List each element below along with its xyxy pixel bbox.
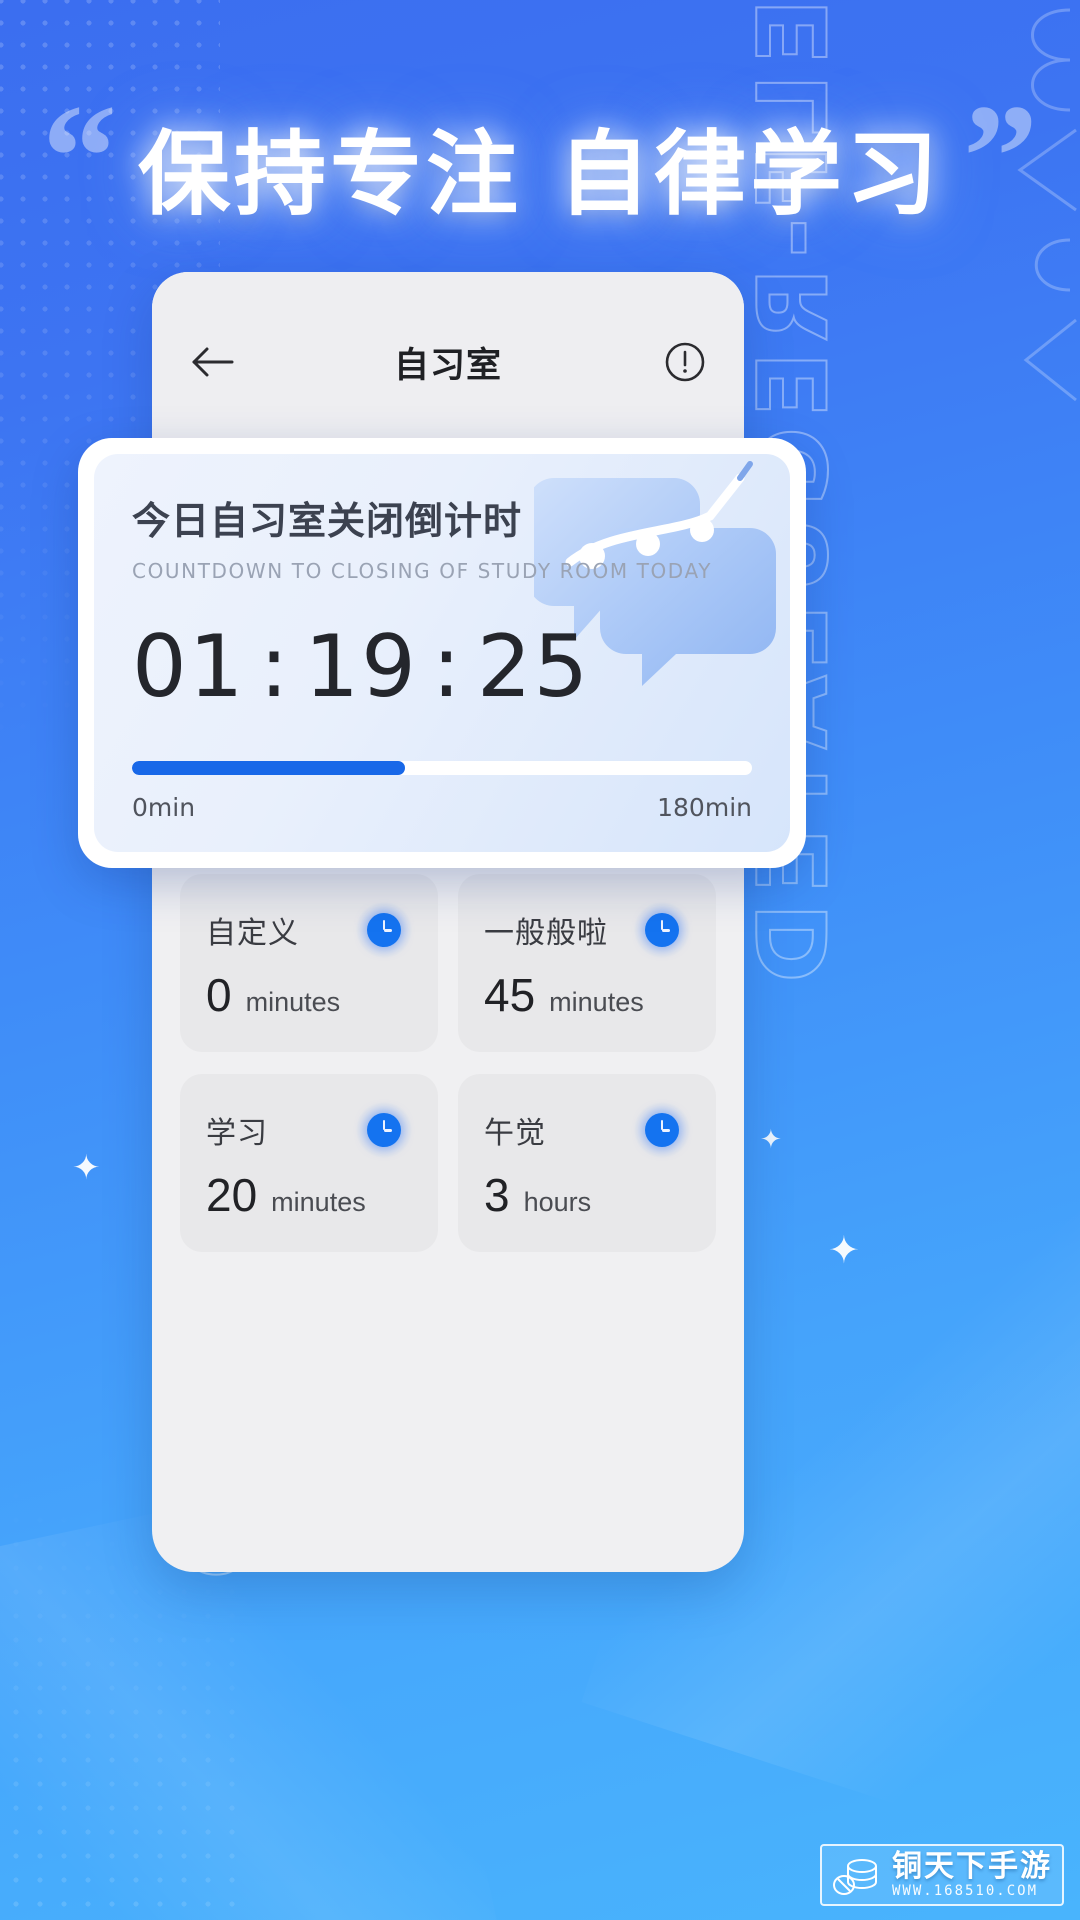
preset-unit: minutes [549,987,644,1017]
preset-name: 一般般啦 [484,917,608,950]
preset-name: 学习 [206,1117,268,1150]
sparkle-icon-3: ✦ [828,1228,860,1272]
progress-bar-track [132,761,752,775]
site-watermark: 铜天下手游 WWW.168510.COM [820,1844,1064,1906]
preset-unit: minutes [245,987,341,1017]
preset-card[interactable]: 午觉 3 hours [458,1074,716,1252]
countdown-title: 今日自习室关闭倒计时 [132,501,523,543]
countdown-hours: 01 [132,617,246,717]
preset-card-header: 自定义 [206,902,412,958]
preset-value: 0 [206,969,232,1021]
clock-icon [634,902,690,958]
app-header: 自习室 [152,272,744,452]
preset-card[interactable]: 一般般啦 45 minutes [458,874,716,1052]
sparkle-icon-1: ✦ [72,1148,101,1188]
countdown-separator-2: : [431,617,463,717]
page-title: 自习室 [393,345,502,385]
clock-icon [356,902,412,958]
watermark-name: 铜天下手游 [892,1850,1052,1883]
sparkle-icon-2: ✦ [760,1125,782,1155]
headline-block: “ ” 保持专注 自律学习 [0,74,1080,233]
preset-unit: minutes [271,1187,366,1217]
preset-card[interactable]: 学习 20 minutes [180,1074,438,1252]
info-button[interactable] [660,337,710,387]
preset-name: 午觉 [484,1117,546,1150]
preset-value: 20 [206,1169,258,1221]
coins-icon [833,1859,877,1895]
watermark-texts: 铜天下手游 WWW.168510.COM [892,1850,1052,1899]
promo-screenshot-stage: “ ” 保持专注 自律学习 STAY FOCUSED SELF-REGULATE… [0,0,1080,1920]
countdown-separator-1: : [259,617,291,717]
countdown-card-body: 今日自习室关闭倒计时 COUNTDOWN TO CLOSING OF STUDY… [94,454,790,852]
preset-card-header: 学习 [206,1102,412,1158]
decorative-lineart-icon [1017,8,1077,402]
preset-unit: hours [523,1187,592,1217]
preset-card-header: 午觉 [484,1102,690,1158]
back-arrow-icon [192,347,234,377]
watermark-url: WWW.168510.COM [892,1883,1039,1899]
clock-icon [634,1102,690,1158]
countdown-subtitle: COUNTDOWN TO CLOSING OF STUDY ROOM TODAY [132,559,713,583]
preset-card-value-row: 20 minutes [206,1168,412,1222]
preset-card-value-row: 3 hours [484,1168,690,1222]
countdown-card: 今日自习室关闭倒计时 COUNTDOWN TO CLOSING OF STUDY… [78,438,806,868]
preset-value: 3 [484,1169,510,1221]
preset-card-value-row: 45 minutes [484,968,690,1022]
countdown-minutes: 19 [304,617,418,717]
countdown-timer: 01:19:25 [132,617,752,717]
quote-close-mark: ” [963,74,1038,240]
quote-open-mark: “ [42,74,117,240]
clock-icon [356,1102,412,1158]
headline-text: 保持专注 自律学习 [137,121,943,228]
preset-value: 45 [484,969,536,1021]
progress-max-label: 180min [657,793,752,822]
info-circle-icon [665,342,705,382]
progress-bar-fill [132,761,405,775]
progress-scale-labels: 0min 180min [132,793,752,822]
back-button[interactable] [186,336,238,388]
countdown-seconds: 25 [476,617,591,717]
progress-min-label: 0min [132,793,196,822]
preset-card-value-row: 0 minutes [206,968,412,1022]
preset-card-header: 一般般啦 [484,902,690,958]
preset-card[interactable]: 自定义 0 minutes [180,874,438,1052]
preset-name: 自定义 [206,917,299,950]
